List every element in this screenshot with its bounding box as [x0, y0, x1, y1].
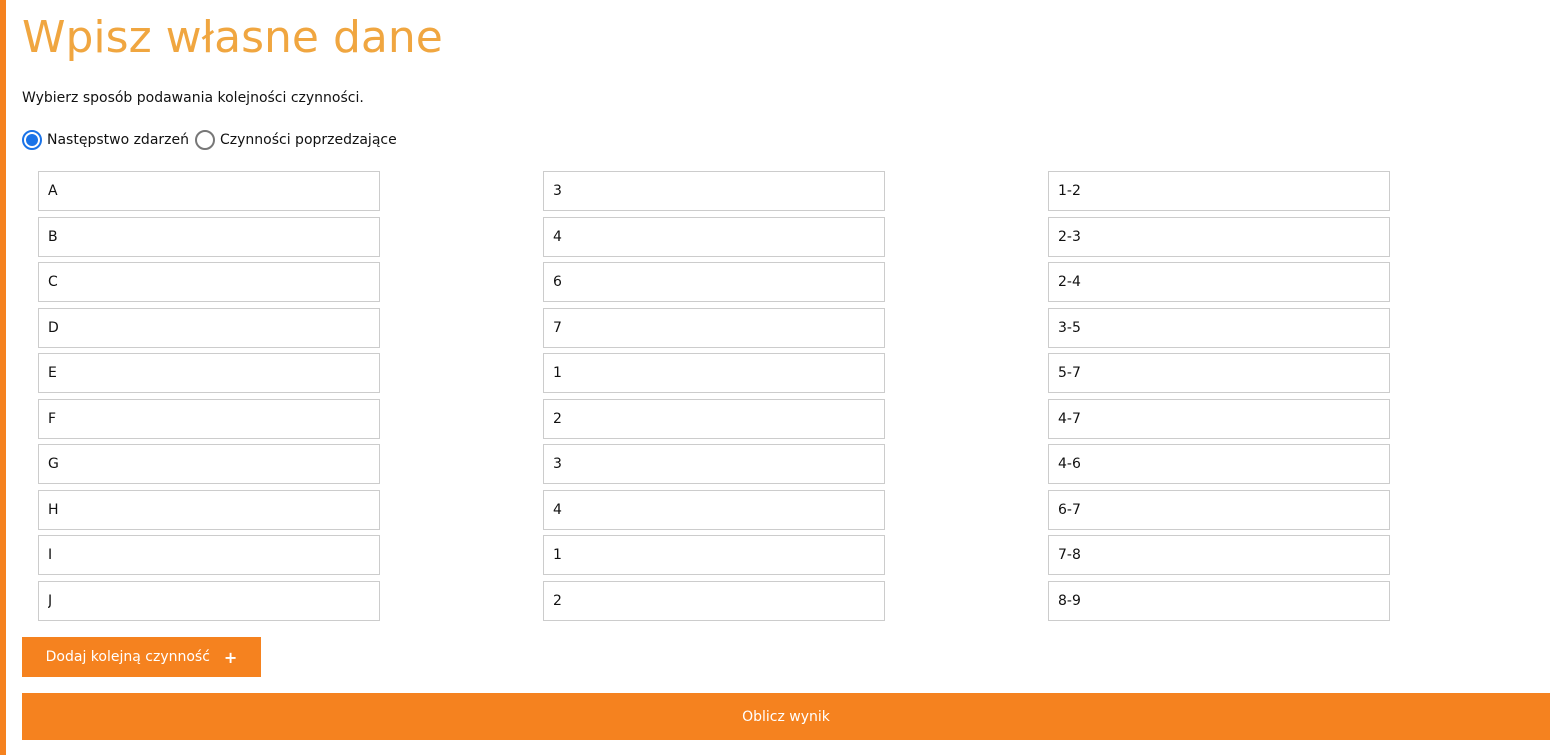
activity-sequence-input[interactable] [1048, 444, 1390, 484]
activity-name-input[interactable] [38, 353, 380, 393]
activity-sequence-input[interactable] [1048, 399, 1390, 439]
intro-text: Wybierz sposób podawania kolejności czyn… [22, 90, 364, 106]
activity-row [38, 353, 1390, 393]
activity-name-input[interactable] [38, 490, 380, 530]
activity-duration-input[interactable] [543, 171, 885, 211]
activity-sequence-input[interactable] [1048, 535, 1390, 575]
activity-duration-input[interactable] [543, 353, 885, 393]
accent-sidebar-bar [0, 0, 6, 755]
activity-row [38, 581, 1390, 621]
activity-sequence-input[interactable] [1048, 490, 1390, 530]
activity-sequence-input[interactable] [1048, 171, 1390, 211]
activity-sequence-input[interactable] [1048, 581, 1390, 621]
activity-duration-input[interactable] [543, 399, 885, 439]
activity-duration-input[interactable] [543, 490, 885, 530]
activity-name-input[interactable] [38, 217, 380, 257]
radio-checked-icon[interactable] [22, 130, 42, 150]
activity-duration-input[interactable] [543, 308, 885, 348]
plus-icon: + [223, 647, 238, 667]
activity-name-input[interactable] [38, 535, 380, 575]
mode-radio-group: Następstwo zdarzeń Czynności poprzedzają… [22, 128, 397, 152]
radio-option-poprzedzajace[interactable]: Czynności poprzedzające [195, 130, 397, 150]
activity-name-input[interactable] [38, 581, 380, 621]
activity-sequence-input[interactable] [1048, 217, 1390, 257]
activity-row [38, 262, 1390, 302]
activity-row [38, 308, 1390, 348]
activity-sequence-input[interactable] [1048, 262, 1390, 302]
radio-label-nastepstwo: Następstwo zdarzeń [47, 132, 189, 148]
activity-row [38, 444, 1390, 484]
radio-label-poprzedzajace: Czynności poprzedzające [220, 132, 397, 148]
add-activity-button[interactable]: Dodaj kolejną czynność + [22, 637, 261, 677]
activity-name-input[interactable] [38, 262, 380, 302]
activity-row [38, 490, 1390, 530]
radio-option-nastepstwo[interactable]: Następstwo zdarzeń [22, 130, 189, 150]
activity-duration-input[interactable] [543, 444, 885, 484]
activity-duration-input[interactable] [543, 535, 885, 575]
activity-duration-input[interactable] [543, 262, 885, 302]
calculate-button[interactable]: Oblicz wynik [22, 693, 1550, 740]
activity-row [38, 399, 1390, 439]
activity-row [38, 535, 1390, 575]
activity-row [38, 171, 1390, 211]
activity-duration-input[interactable] [543, 217, 885, 257]
activity-row [38, 217, 1390, 257]
activity-name-input[interactable] [38, 444, 380, 484]
page-title: Wpisz własne dane [22, 12, 443, 63]
radio-unchecked-icon[interactable] [195, 130, 215, 150]
activity-sequence-input[interactable] [1048, 308, 1390, 348]
calculate-label: Oblicz wynik [742, 708, 830, 725]
activity-name-input[interactable] [38, 308, 380, 348]
activity-duration-input[interactable] [543, 581, 885, 621]
activity-name-input[interactable] [38, 399, 380, 439]
add-activity-label: Dodaj kolejną czynność [45, 649, 210, 665]
activity-name-input[interactable] [38, 171, 380, 211]
activity-sequence-input[interactable] [1048, 353, 1390, 393]
